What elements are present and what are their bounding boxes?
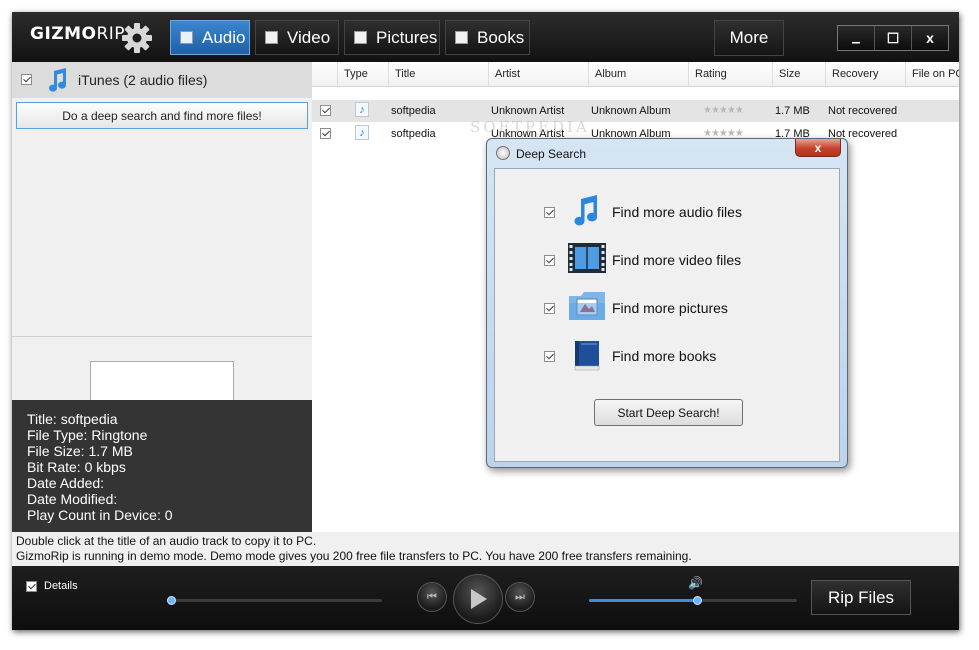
- cell-album: Unknown Album: [591, 105, 671, 117]
- option-audio-label[interactable]: Find more audio files: [612, 204, 742, 220]
- cell-size: 1.7 MB: [775, 105, 810, 117]
- tab-audio[interactable]: Audio: [170, 20, 250, 55]
- app-logo: GIZMORIP: [30, 24, 125, 44]
- logo-text: GIZMO: [30, 24, 97, 44]
- deep-search-button[interactable]: Do a deep search and find more files!: [16, 102, 308, 129]
- tab-label: Pictures: [376, 27, 438, 47]
- option-video-label[interactable]: Find more video files: [612, 252, 741, 268]
- tab-checkbox: [354, 31, 367, 44]
- maximize-icon: ☐: [886, 29, 900, 46]
- rip-files-button[interactable]: Rip Files: [811, 580, 911, 615]
- column-header-size[interactable]: Size: [772, 62, 825, 86]
- row-checkbox[interactable]: [320, 128, 331, 139]
- column-header-album[interactable]: Album: [588, 62, 688, 86]
- gear-icon: [122, 23, 152, 53]
- detail-file-type: File Type: Ringtone: [27, 427, 148, 443]
- details-checkbox[interactable]: [26, 581, 37, 592]
- tab-books[interactable]: Books: [445, 20, 530, 55]
- seek-slider[interactable]: [170, 599, 382, 602]
- tab-label: Books: [477, 27, 525, 47]
- source-label: iTunes (2 audio files): [78, 72, 208, 88]
- option-audio-checkbox[interactable]: [544, 207, 555, 218]
- column-header-type[interactable]: Type: [337, 62, 389, 86]
- option-pictures-checkbox[interactable]: [544, 303, 555, 314]
- option-video-checkbox[interactable]: [544, 255, 555, 266]
- picture-folder-icon: [569, 292, 605, 320]
- dialog-close-button[interactable]: x: [795, 139, 841, 157]
- play-icon: [471, 589, 487, 609]
- more-button[interactable]: More: [714, 20, 784, 56]
- column-header-recovery[interactable]: Recovery: [825, 62, 905, 86]
- tab-label: Video: [287, 27, 331, 47]
- column-header-rating[interactable]: Rating: [688, 62, 772, 86]
- tab-video[interactable]: Video: [255, 20, 339, 55]
- deep-search-dialog: Deep Search x Find more audio files Find…: [486, 138, 848, 468]
- volume-fill: [589, 599, 698, 602]
- divider: [12, 336, 312, 337]
- volume-knob[interactable]: [693, 596, 703, 605]
- dialog-app-icon: [496, 146, 510, 160]
- minimize-button[interactable]: ▁: [838, 26, 875, 50]
- previous-icon: ⏮: [427, 590, 437, 603]
- source-row-itunes[interactable]: iTunes (2 audio files): [12, 62, 312, 98]
- seek-knob[interactable]: [167, 596, 176, 605]
- start-deep-search-button[interactable]: Start Deep Search!: [594, 399, 743, 426]
- volume-icon: 🔊: [688, 576, 703, 590]
- table-header: Type Title Artist Album Rating Size Reco…: [312, 62, 959, 87]
- tab-label: Audio: [202, 27, 246, 47]
- detail-bit-rate: Bit Rate: 0 kbps: [27, 459, 126, 475]
- details-label: Details: [44, 580, 78, 592]
- detail-date-modified: Date Modified:: [27, 491, 118, 507]
- watermark-text: SOFTPEDIA: [470, 118, 590, 136]
- film-strip-icon: [568, 243, 606, 273]
- close-icon: x: [926, 30, 934, 46]
- artwork-preview: [90, 361, 234, 402]
- status-demo-mode: GizmoRip is running in demo mode. Demo m…: [16, 549, 692, 563]
- book-icon: [574, 341, 600, 371]
- detail-file-size: File Size: 1.7 MB: [27, 443, 133, 459]
- header-bar: GIZMORIP Audio Video Pictures Books More…: [12, 12, 959, 62]
- cell-title: softpedia: [391, 105, 436, 117]
- details-panel: Title: softpedia File Type: Ringtone Fil…: [12, 400, 312, 532]
- source-panel: iTunes (2 audio files) Do a deep search …: [12, 62, 312, 532]
- window-controls: ▁ ☐ x: [837, 25, 949, 51]
- close-button[interactable]: x: [912, 26, 948, 50]
- cell-recovery: Not recovered: [828, 105, 898, 117]
- dialog-title: Deep Search: [516, 147, 587, 161]
- close-icon: x: [814, 140, 822, 155]
- play-button[interactable]: [453, 574, 503, 624]
- next-button[interactable]: ⏭: [505, 582, 535, 612]
- tab-checkbox: [455, 31, 468, 44]
- option-books-label[interactable]: Find more books: [612, 348, 716, 364]
- music-note-icon: [574, 195, 598, 226]
- detail-title: Title: softpedia: [27, 411, 118, 427]
- table-row[interactable]: ♪ softpedia Unknown Artist Unknown Album…: [312, 100, 959, 122]
- detail-date-added: Date Added:: [27, 475, 105, 491]
- tab-checkbox: [265, 31, 278, 44]
- rating-stars[interactable]: ★★★★★: [703, 105, 744, 116]
- option-books-checkbox[interactable]: [544, 351, 555, 362]
- tab-checkbox: [180, 31, 193, 44]
- tab-pictures[interactable]: Pictures: [344, 20, 440, 55]
- source-checkbox[interactable]: [21, 74, 32, 85]
- status-bar: Double click at the title of an audio tr…: [12, 532, 959, 566]
- option-pictures-label[interactable]: Find more pictures: [612, 300, 728, 316]
- column-header-title[interactable]: Title: [388, 62, 488, 86]
- audio-file-icon: ♪: [355, 102, 369, 117]
- cell-artist: Unknown Artist: [491, 105, 565, 117]
- dialog-body: Find more audio files Find more video fi…: [494, 168, 840, 462]
- audio-file-icon: ♪: [355, 125, 369, 140]
- maximize-button[interactable]: ☐: [875, 26, 912, 50]
- column-header-file-on-pc[interactable]: File on PC: [905, 62, 959, 86]
- minimize-icon: ▁: [852, 32, 860, 44]
- cell-title: softpedia: [391, 128, 436, 140]
- player-bar: Details ⏮ ⏭ 🔊 Rip Files: [12, 566, 959, 630]
- music-note-icon: [49, 68, 67, 92]
- row-checkbox[interactable]: [320, 105, 331, 116]
- detail-play-count: Play Count in Device: 0: [27, 507, 173, 523]
- column-header-artist[interactable]: Artist: [488, 62, 588, 86]
- status-hint: Double click at the title of an audio tr…: [16, 534, 317, 548]
- previous-button[interactable]: ⏮: [417, 582, 447, 612]
- next-icon: ⏭: [515, 590, 525, 603]
